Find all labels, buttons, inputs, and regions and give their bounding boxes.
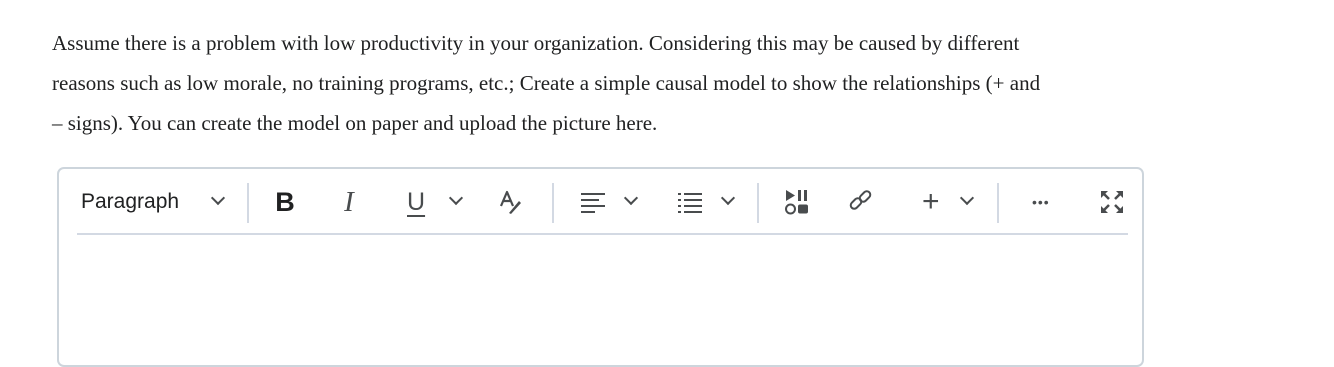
insert-label: + — [922, 185, 940, 218]
more-options-button[interactable]: ••• — [1032, 181, 1062, 223]
chevron-down-icon — [448, 190, 464, 206]
underline-button[interactable]: U — [407, 181, 467, 223]
italic-label: I — [344, 185, 354, 218]
rich-text-editor: Paragraph B I U + ••• — [57, 167, 1144, 367]
bullet-list-icon — [678, 193, 702, 213]
editor-content-area[interactable] — [77, 237, 1128, 357]
insert-media-button[interactable] — [783, 181, 811, 223]
toolbar-divider — [552, 183, 554, 223]
bold-button[interactable]: B — [273, 181, 297, 223]
align-left-icon — [581, 193, 605, 213]
more-icon: ••• — [1032, 194, 1050, 210]
format-select-label: Paragraph — [81, 190, 180, 213]
fullscreen-icon — [1101, 191, 1123, 213]
question-text: Assume there is a problem with low produ… — [52, 23, 1152, 143]
question-line-2: reasons such as low morale, no training … — [52, 71, 1041, 95]
format-select[interactable]: Paragraph — [81, 181, 231, 223]
text-color-icon — [499, 190, 521, 214]
insert-media-icon — [785, 190, 808, 215]
insert-link-button[interactable] — [847, 181, 875, 223]
chevron-down-icon — [210, 190, 226, 206]
list-button[interactable] — [677, 181, 737, 223]
chevron-down-icon — [959, 190, 975, 206]
toolbar-divider — [247, 183, 249, 223]
bold-label: B — [275, 186, 295, 217]
fullscreen-button[interactable] — [1098, 181, 1126, 223]
underline-label: U — [407, 187, 426, 216]
italic-button[interactable]: I — [339, 181, 359, 223]
insert-menu-button[interactable]: + — [922, 181, 982, 223]
question-line-3: – signs). You can create the model on pa… — [52, 111, 658, 135]
text-color-button[interactable] — [497, 181, 523, 223]
chevron-down-icon — [623, 190, 639, 206]
editor-toolbar: Paragraph B I U + ••• — [77, 181, 1128, 235]
question-line-1: Assume there is a problem with low produ… — [52, 31, 1020, 55]
align-button[interactable] — [580, 181, 640, 223]
toolbar-divider — [997, 183, 999, 223]
toolbar-divider — [757, 183, 759, 223]
link-icon — [849, 190, 872, 210]
chevron-down-icon — [720, 190, 736, 206]
